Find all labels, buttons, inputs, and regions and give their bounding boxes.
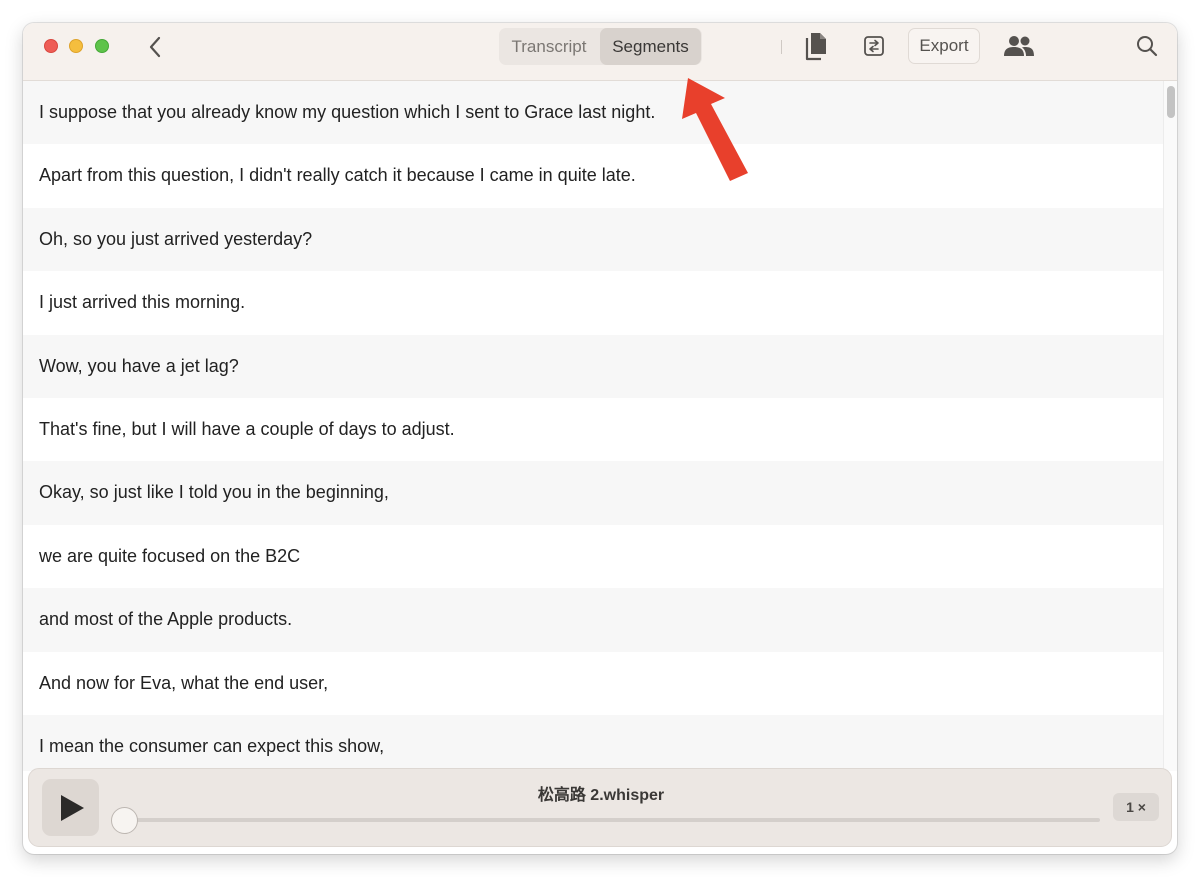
- people-icon[interactable]: [1003, 34, 1035, 58]
- segment-row[interactable]: I suppose that you already know my quest…: [23, 81, 1163, 145]
- audio-player: 松高路 2.whisper 1 ×: [28, 768, 1172, 847]
- playback-speed-button[interactable]: 1 ×: [1113, 793, 1159, 821]
- minimize-window-button[interactable]: [69, 39, 83, 53]
- scrollbar-track[interactable]: [1163, 81, 1177, 771]
- playback-scrubber-handle[interactable]: [111, 807, 138, 834]
- segment-row[interactable]: Oh, so you just arrived yesterday?: [23, 207, 1163, 272]
- segment-row[interactable]: That's fine, but I will have a couple of…: [23, 397, 1163, 462]
- app-window: Transcript Segments Export I suppose tha…: [23, 23, 1177, 854]
- search-icon[interactable]: [1135, 34, 1159, 58]
- segment-row[interactable]: Wow, you have a jet lag?: [23, 334, 1163, 398]
- scrollbar-thumb[interactable]: [1167, 86, 1175, 118]
- swap-icon[interactable]: [862, 34, 886, 58]
- segment-row[interactable]: Apart from this question, I didn't reall…: [23, 144, 1163, 208]
- title-bar: Transcript Segments Export: [23, 23, 1177, 81]
- tab-transcript[interactable]: Transcript: [499, 28, 599, 65]
- segment-row[interactable]: I mean the consumer can expect this show…: [23, 714, 1163, 771]
- audio-file-name: 松高路 2.whisper: [537, 787, 665, 804]
- playback-progress-track[interactable]: [125, 818, 1100, 822]
- copy-icon[interactable]: [804, 31, 828, 61]
- chevron-left-icon[interactable]: [145, 34, 165, 60]
- segment-row[interactable]: And now for Eva, what the end user,: [23, 651, 1163, 715]
- segment-row[interactable]: Okay, so just like I told you in the beg…: [23, 461, 1163, 525]
- segment-row[interactable]: we are quite focused on the B2C: [23, 524, 1163, 589]
- zoom-window-button[interactable]: [95, 39, 109, 53]
- export-button[interactable]: Export: [908, 28, 980, 64]
- segment-row[interactable]: and most of the Apple products.: [23, 588, 1163, 652]
- segment-row[interactable]: I just arrived this morning.: [23, 271, 1163, 335]
- segments-list: I suppose that you already know my quest…: [23, 81, 1163, 771]
- toolbar-divider: [781, 40, 782, 54]
- tab-segments[interactable]: Segments: [600, 28, 701, 65]
- view-mode-segmented-control: Transcript Segments: [499, 28, 702, 65]
- close-window-button[interactable]: [44, 39, 58, 53]
